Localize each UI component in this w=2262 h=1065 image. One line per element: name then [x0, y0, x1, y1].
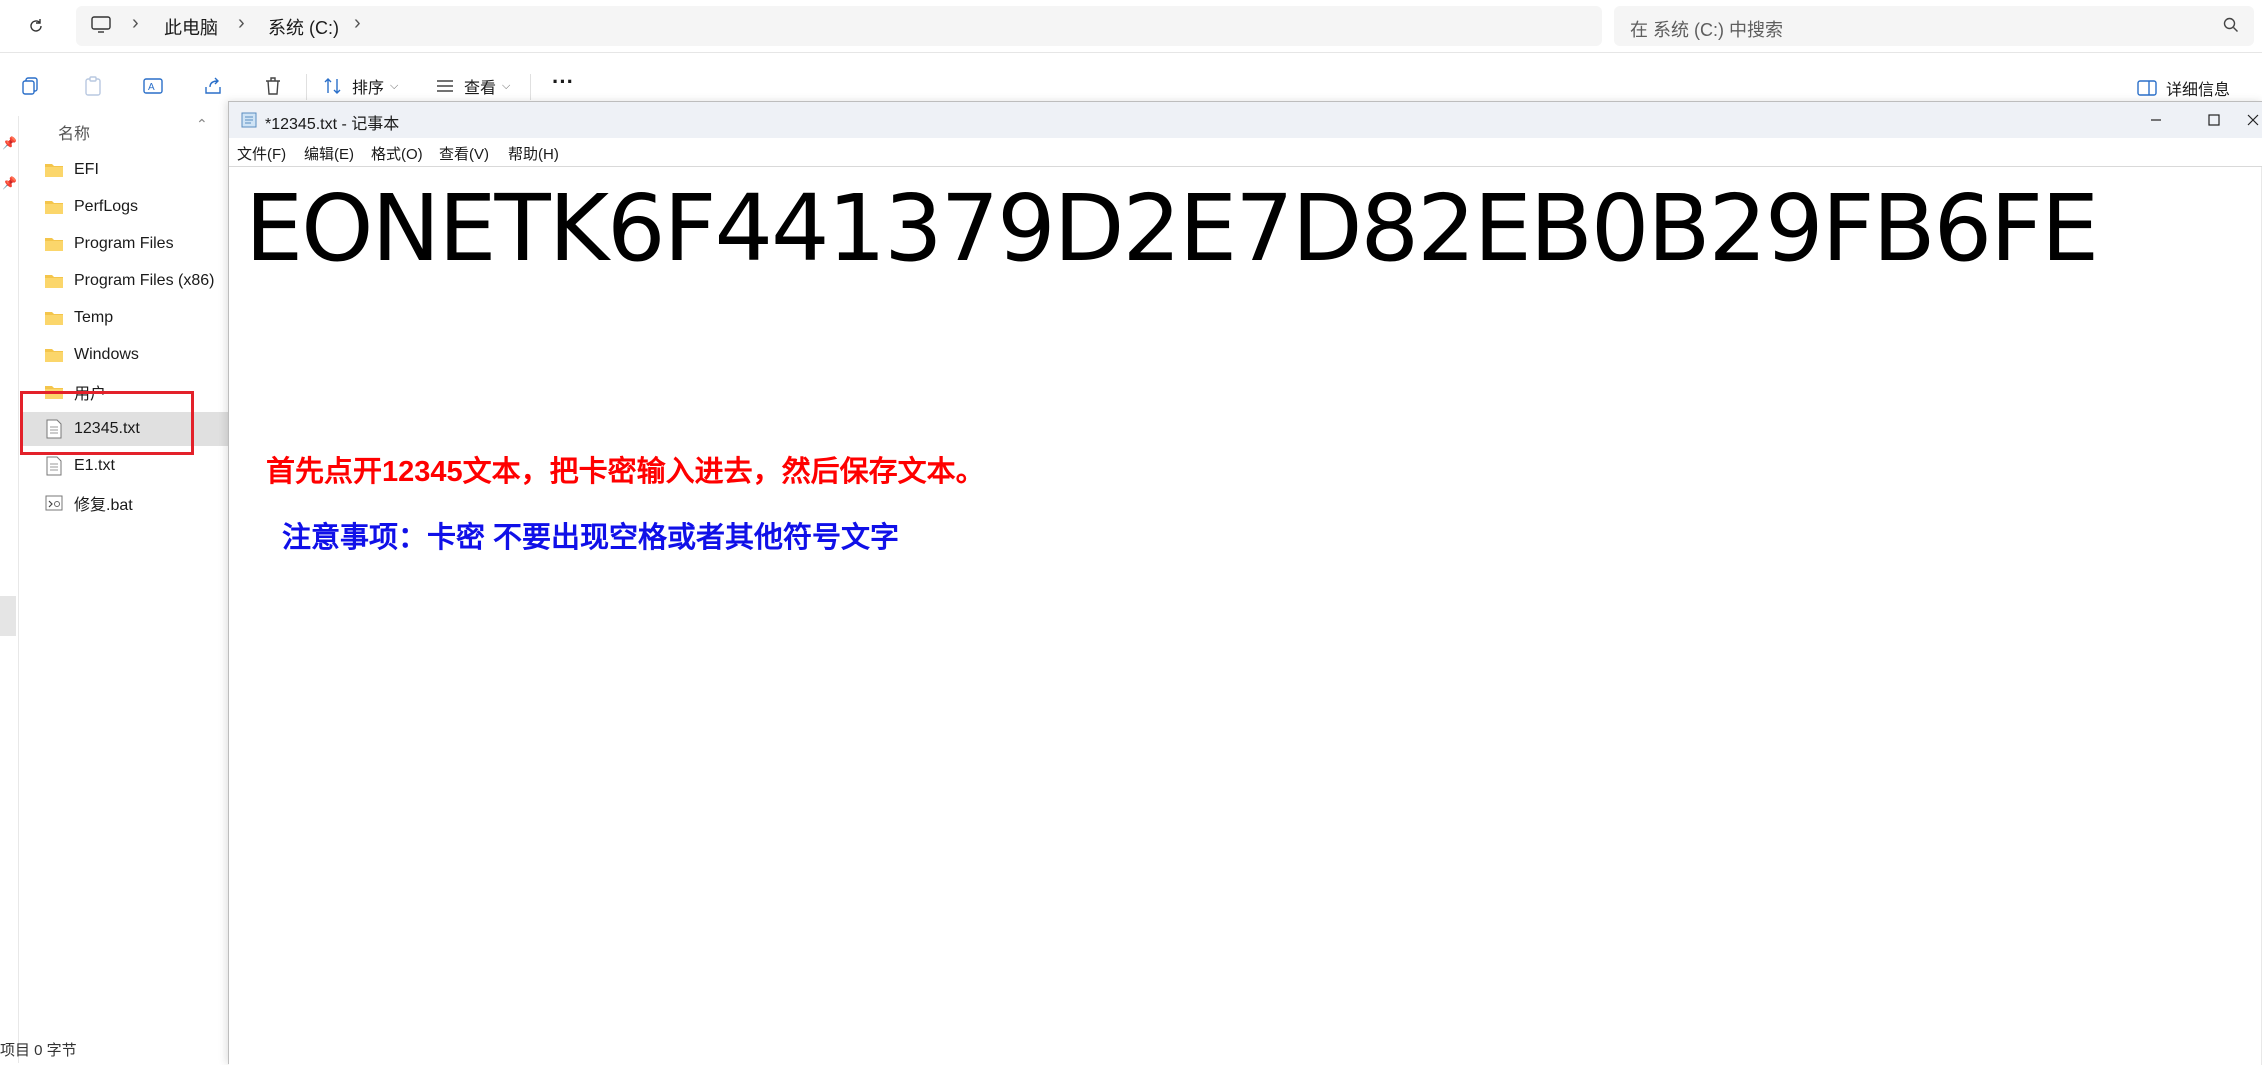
copy-button[interactable]	[20, 72, 42, 100]
list-item-folder[interactable]: Temp	[20, 301, 230, 335]
address-bar[interactable]: › 此电脑 › 系统 (C:) ›	[76, 6, 1602, 46]
breadcrumb-chevron-icon: ›	[132, 12, 139, 34]
close-button[interactable]	[2243, 102, 2262, 138]
list-item-label: Program Files	[74, 235, 174, 252]
window-title: *12345.txt - 记事本	[265, 116, 400, 133]
column-header-name[interactable]: 名称	[58, 120, 90, 144]
breadcrumb-chevron-icon: ›	[238, 12, 245, 34]
list-item-label: Program Files (x86)	[74, 272, 215, 289]
pin-icon: 📌	[2, 136, 17, 150]
instruction-blue-text: 注意事项：卡密 不要出现空格或者其他符号文字	[282, 522, 900, 554]
search-box[interactable]: 在 系统 (C:) 中搜索	[1614, 6, 2254, 46]
more-icon: ···	[552, 69, 574, 94]
search-placeholder: 在 系统 (C:) 中搜索	[1630, 20, 1783, 40]
text-file-icon	[46, 456, 62, 476]
navigation-pane: 📌 📌	[0, 116, 19, 1063]
copy-icon	[22, 77, 38, 95]
notepad-app-icon	[241, 112, 257, 128]
folder-icon	[45, 238, 63, 251]
toolbar-divider	[306, 74, 307, 100]
delete-button[interactable]	[262, 72, 284, 100]
list-item-folder[interactable]: Program Files (x86)	[20, 264, 230, 298]
folder-icon	[45, 164, 63, 177]
breadcrumb-drive-c[interactable]: 系统 (C:)	[268, 14, 339, 40]
license-key-text: EONETK6F441379D2E7D82EB0B29FB6FE	[245, 175, 2099, 282]
instruction-red-text: 首先点开12345文本，把卡密输入进去，然后保存文本。	[266, 456, 985, 488]
share-icon	[205, 77, 221, 94]
highlight-annotation-box	[20, 391, 194, 455]
refresh-icon[interactable]	[22, 12, 50, 40]
svg-text:A: A	[148, 82, 155, 93]
list-item-folder[interactable]: Windows	[20, 338, 230, 372]
notepad-title-bar[interactable]: *12345.txt - 记事本	[229, 102, 2262, 138]
notepad-text-area[interactable]: EONETK6F441379D2E7D82EB0B29FB6FE	[229, 166, 2262, 1065]
share-button[interactable]	[202, 72, 224, 100]
list-item-label: EFI	[74, 161, 99, 178]
list-item-label: Temp	[74, 309, 114, 326]
list-item-label: PerfLogs	[74, 198, 139, 215]
sort-icon	[324, 78, 341, 94]
sort-button[interactable]: 排序 ⌵	[322, 72, 398, 100]
notepad-menu-bar: 文件(F) 编辑(E) 格式(O) 查看(V) 帮助(H)	[229, 138, 2262, 166]
menu-format[interactable]: 格式(O)	[371, 143, 423, 164]
rename-button[interactable]: A	[142, 72, 164, 100]
search-icon[interactable]	[2222, 16, 2240, 39]
batch-file-icon	[45, 495, 63, 511]
menu-view[interactable]: 查看(V)	[439, 143, 489, 164]
list-item-label: Windows	[74, 346, 139, 363]
folder-icon	[45, 312, 63, 325]
computer-icon	[90, 15, 112, 40]
chevron-down-icon: ⌵	[390, 79, 399, 92]
paste-button[interactable]	[82, 72, 104, 100]
menu-file[interactable]: 文件(F)	[237, 143, 286, 164]
list-item-label: 修复.bat	[74, 497, 133, 514]
details-pane-icon	[2137, 80, 2157, 96]
nav-selected-item[interactable]	[0, 596, 16, 636]
breadcrumb-chevron-icon: ›	[354, 12, 361, 34]
sort-up-icon: ⌃	[196, 116, 208, 132]
more-options-button[interactable]: ···	[552, 68, 574, 96]
view-button[interactable]: 查看 ⌵	[434, 72, 510, 100]
menu-help[interactable]: 帮助(H)	[508, 143, 559, 164]
list-item-folder[interactable]: Program Files	[20, 227, 230, 261]
minimize-button[interactable]	[2127, 102, 2185, 138]
folder-icon	[45, 275, 63, 288]
list-item-file[interactable]: 修复.bat	[20, 486, 230, 520]
view-label: 查看	[464, 80, 497, 97]
maximize-icon	[2208, 114, 2220, 126]
details-label: 详细信息	[2165, 82, 2230, 99]
status-bar-text: 项目 0 字节	[0, 1042, 77, 1059]
explorer-address-row: › 此电脑 › 系统 (C:) › 在 系统 (C:) 中搜索	[0, 0, 2262, 53]
list-item-folder[interactable]: PerfLogs	[20, 190, 230, 224]
list-item-folder[interactable]: EFI	[20, 153, 230, 187]
close-icon	[2247, 114, 2259, 126]
folder-icon	[45, 201, 63, 214]
chevron-down-icon: ⌵	[502, 79, 511, 92]
maximize-button[interactable]	[2185, 102, 2243, 138]
trash-icon	[266, 77, 280, 95]
paste-icon	[85, 76, 101, 96]
list-item-label: E1.txt	[74, 457, 115, 474]
sort-label: 排序	[352, 80, 385, 97]
notepad-window: *12345.txt - 记事本 文件(F) 编辑(E) 格式(O) 查看(V)…	[228, 101, 2262, 1065]
breadcrumb-this-pc[interactable]: 此电脑	[164, 14, 218, 40]
toolbar-divider	[530, 74, 531, 100]
folder-icon	[45, 349, 63, 362]
details-pane-button[interactable]: 详细信息	[2136, 76, 2230, 100]
minimize-icon	[2151, 119, 2161, 121]
menu-edit[interactable]: 编辑(E)	[304, 143, 354, 164]
pin-icon: 📌	[2, 176, 17, 190]
view-list-icon	[437, 80, 453, 92]
rename-icon: A	[143, 78, 163, 94]
